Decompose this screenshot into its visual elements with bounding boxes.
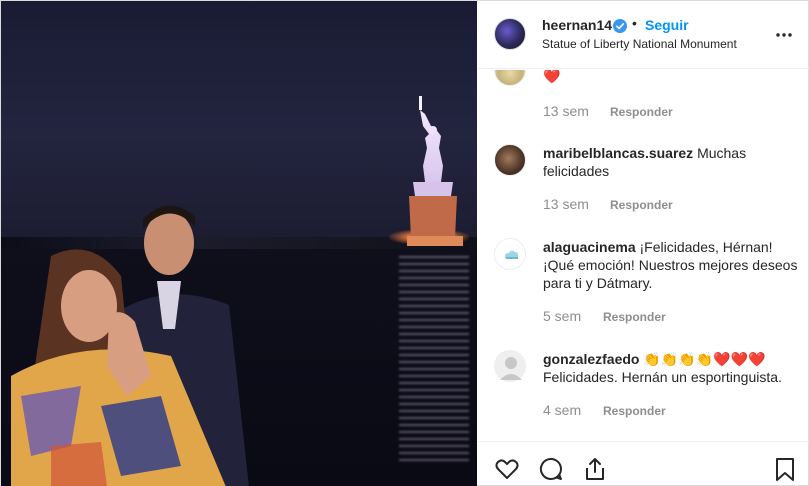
follow-button[interactable]: Seguir — [645, 17, 689, 33]
cloud-logo-icon — [504, 250, 519, 259]
verified-badge-icon — [613, 19, 627, 33]
reply-button[interactable]: Responder — [610, 198, 673, 212]
reply-button[interactable]: Responder — [610, 105, 673, 119]
comment-time[interactable]: 13 sem — [543, 103, 589, 119]
comment-text: alaguacinema ¡Felicidades, Hérnan! ¡Qué … — [543, 238, 803, 292]
comment-time[interactable]: 13 sem — [543, 196, 589, 212]
instagram-post: heernan14 • Seguir Statue of Liberty Nat… — [0, 0, 809, 486]
comment-username[interactable]: maribelblancas.suarez — [543, 145, 693, 161]
post-header: heernan14 • Seguir Statue of Liberty Nat… — [478, 1, 809, 69]
comment-icon[interactable] — [538, 456, 564, 482]
comment-text: maribelblancas.suarez Muchas felicidades — [543, 144, 803, 180]
location-link[interactable]: Statue of Liberty National Monument — [542, 37, 737, 51]
reply-button[interactable]: Responder — [603, 404, 666, 418]
comments-list[interactable]: ❤️ 13 sem Responder maribelblancas.suare… — [478, 70, 809, 440]
avatar[interactable] — [494, 18, 526, 50]
action-bar — [478, 441, 809, 486]
light-reflection — [399, 256, 469, 466]
more-options-icon[interactable] — [774, 25, 794, 45]
avatar[interactable] — [494, 70, 526, 86]
separator-dot: • — [632, 15, 637, 31]
comment-username[interactable]: alaguacinema — [543, 239, 636, 255]
comment-username[interactable]: gonzalezfaedo — [543, 351, 639, 367]
avatar[interactable] — [494, 238, 526, 270]
comment-body: ❤️ — [543, 70, 561, 84]
statue-of-liberty-figure — [407, 96, 463, 246]
heart-icon[interactable] — [494, 456, 520, 482]
woman-figure — [11, 249, 226, 486]
author-username[interactable]: heernan14 — [542, 17, 612, 33]
comment-time[interactable]: 5 sem — [543, 308, 581, 324]
post-photo[interactable] — [1, 1, 477, 486]
comment-time[interactable]: 4 sem — [543, 402, 581, 418]
avatar[interactable] — [494, 350, 526, 382]
comment-text: gonzalezfaedo 👏👏👏👏❤️❤️❤️ Felicidades. He… — [543, 350, 803, 386]
reply-button[interactable]: Responder — [603, 310, 666, 324]
avatar[interactable] — [494, 144, 526, 176]
comment-text: ❤️ — [543, 70, 803, 85]
default-avatar-icon — [500, 357, 522, 380]
bookmark-icon[interactable] — [772, 456, 798, 482]
share-icon[interactable] — [582, 456, 608, 482]
